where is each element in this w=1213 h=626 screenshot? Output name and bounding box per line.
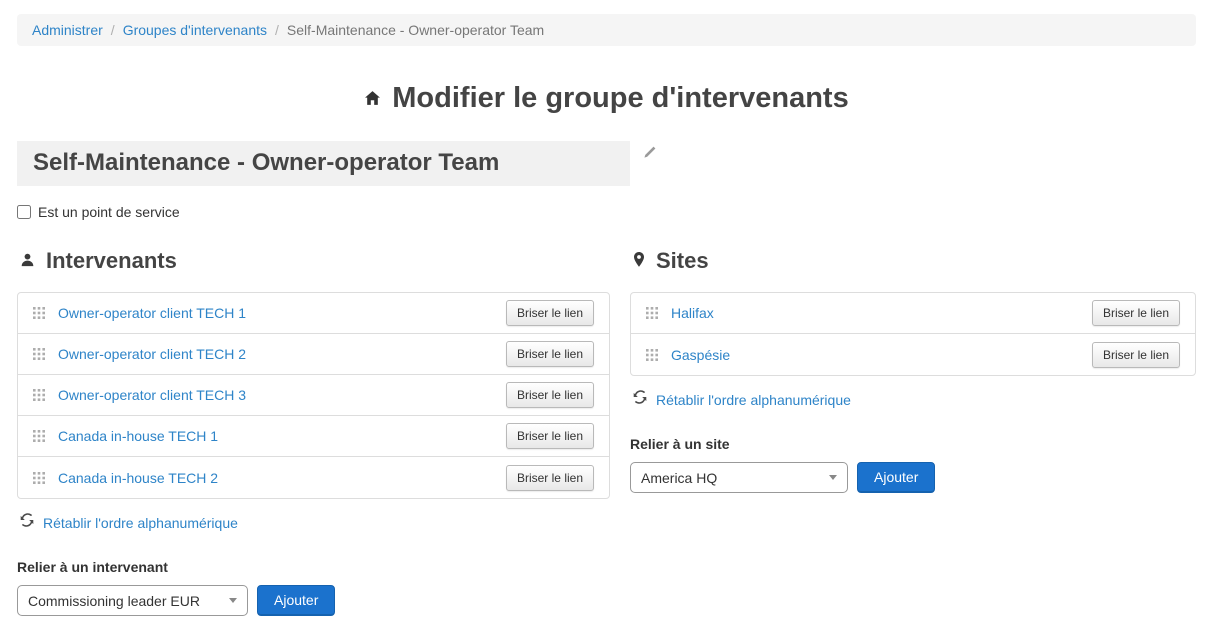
drag-handle-icon[interactable] [33,307,45,319]
intervenant-select[interactable]: Commissioning leader EUR [17,585,248,616]
intervenant-link[interactable]: Owner-operator client TECH 2 [58,346,246,362]
intervenant-link[interactable]: Canada in-house TECH 1 [58,428,218,444]
breadcrumb-link-groupes[interactable]: Groupes d'intervenants [123,22,267,38]
drag-handle-icon[interactable] [646,307,658,319]
intervenants-title: Intervenants [46,248,177,274]
sites-reset-order: Rétablir l'ordre alphanumérique [630,390,1196,409]
breadcrumb-link-administrer[interactable]: Administrer [32,22,103,38]
sites-header: Sites [630,248,1196,274]
refresh-icon [633,390,647,409]
intervenant-row: Canada in-house TECH 2 Briser le lien [18,457,609,498]
unlink-button[interactable]: Briser le lien [1092,300,1180,326]
group-name[interactable]: Self-Maintenance - Owner-operator Team [17,141,630,186]
breadcrumb-separator: / [111,22,115,38]
sites-section: Sites Halifax Briser le lien [630,248,1196,616]
intervenant-row: Owner-operator client TECH 3 Briser le l… [18,375,609,416]
person-icon [20,248,35,274]
sites-title: Sites [656,248,709,274]
site-row: Gaspésie Briser le lien [631,334,1195,375]
intervenant-row: Canada in-house TECH 1 Briser le lien [18,416,609,457]
intervenants-list: Owner-operator client TECH 1 Briser le l… [17,292,610,499]
unlink-button[interactable]: Briser le lien [506,341,594,367]
intervenants-reset-order-link[interactable]: Rétablir l'ordre alphanumérique [43,515,238,531]
site-select-wrap: America HQ [630,462,848,493]
site-row: Halifax Briser le lien [631,293,1195,334]
service-point-row: Est un point de service [17,204,1196,220]
map-pin-icon [633,248,645,274]
add-intervenant-button[interactable]: Ajouter [257,585,335,616]
drag-handle-icon[interactable] [33,389,45,401]
relier-site-label: Relier à un site [630,436,1196,452]
unlink-button[interactable]: Briser le lien [506,423,594,449]
intervenant-row: Owner-operator client TECH 1 Briser le l… [18,293,609,334]
drag-handle-icon[interactable] [646,349,658,361]
drag-handle-icon[interactable] [33,348,45,360]
unlink-button[interactable]: Briser le lien [1092,342,1180,368]
unlink-button[interactable]: Briser le lien [506,300,594,326]
unlink-button[interactable]: Briser le lien [506,382,594,408]
page-title-text: Modifier le groupe d'intervenants [392,82,848,115]
relier-intervenant-label: Relier à un intervenant [17,559,610,575]
site-link[interactable]: Gaspésie [671,347,730,363]
drag-handle-icon[interactable] [33,472,45,484]
home-icon [364,90,381,107]
site-select[interactable]: America HQ [630,462,848,493]
sites-list: Halifax Briser le lien Gaspésie Briser l… [630,292,1196,376]
intervenant-link[interactable]: Owner-operator client TECH 3 [58,387,246,403]
group-name-section: Self-Maintenance - Owner-operator Team [17,141,1196,186]
site-link[interactable]: Halifax [671,305,714,321]
intervenant-select-wrap: Commissioning leader EUR [17,585,248,616]
breadcrumb-current: Self-Maintenance - Owner-operator Team [287,22,544,38]
intervenant-link[interactable]: Canada in-house TECH 2 [58,470,218,486]
add-intervenant-row: Commissioning leader EUR Ajouter [17,585,610,616]
sites-reset-order-link[interactable]: Rétablir l'ordre alphanumérique [656,392,851,408]
page-title: Modifier le groupe d'intervenants [17,82,1196,115]
intervenant-link[interactable]: Owner-operator client TECH 1 [58,305,246,321]
breadcrumb-separator: / [275,22,279,38]
refresh-icon [20,513,34,532]
pencil-icon[interactable] [642,145,657,165]
unlink-button[interactable]: Briser le lien [506,465,594,491]
breadcrumb: Administrer / Groupes d'intervenants / S… [17,14,1196,46]
intervenant-row: Owner-operator client TECH 2 Briser le l… [18,334,609,375]
service-point-checkbox[interactable] [17,205,31,219]
intervenants-reset-order: Rétablir l'ordre alphanumérique [17,513,610,532]
intervenants-header: Intervenants [17,248,610,274]
intervenants-section: Intervenants Owner-operator client TECH … [17,248,610,616]
service-point-label: Est un point de service [38,204,180,220]
add-site-row: America HQ Ajouter [630,462,1196,493]
add-site-button[interactable]: Ajouter [857,462,935,493]
drag-handle-icon[interactable] [33,430,45,442]
